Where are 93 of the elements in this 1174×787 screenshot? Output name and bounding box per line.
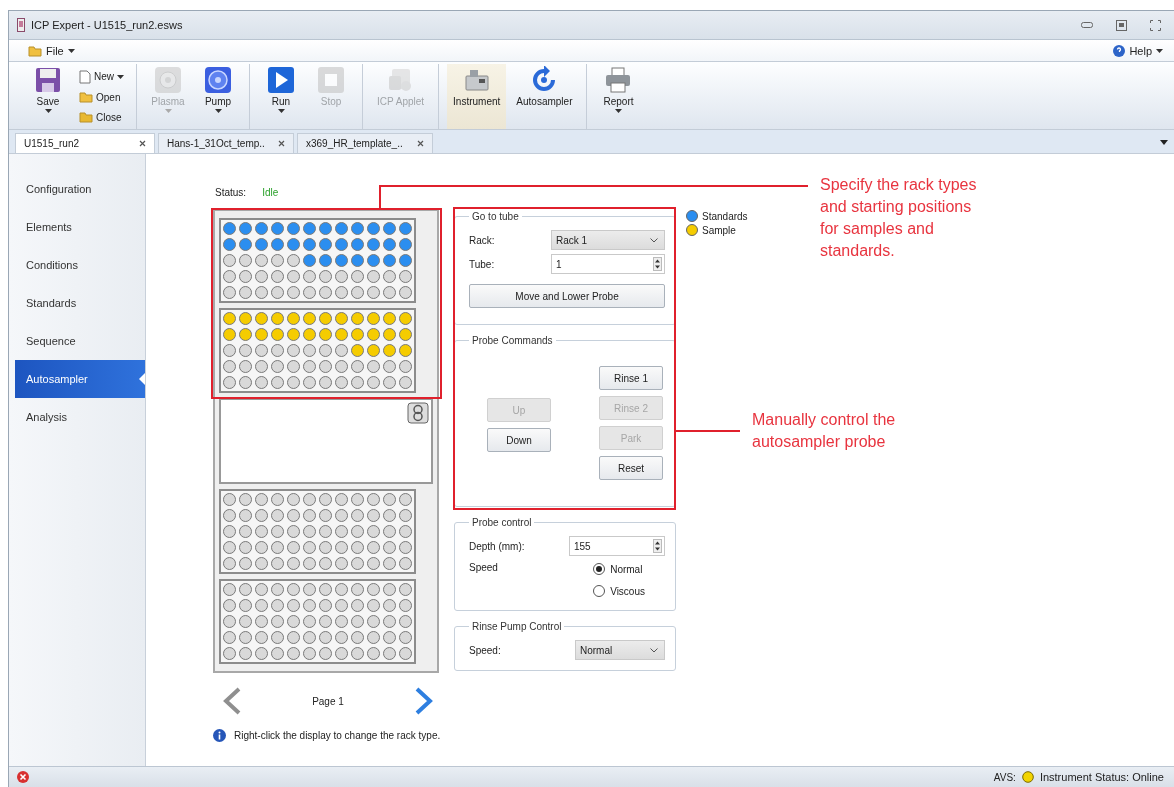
leader-line	[675, 430, 741, 432]
printer-icon	[604, 66, 633, 94]
group-title: Probe control	[471, 517, 533, 528]
instrument-status: Instrument Status: Online	[1039, 771, 1164, 783]
spinner-arrows-icon[interactable]	[653, 257, 662, 271]
spinner-arrows-icon[interactable]	[653, 539, 662, 553]
nav-item[interactable]: Configuration	[15, 170, 145, 208]
ribbon-button[interactable]: Autosampler	[510, 64, 579, 129]
avs-label: AVS:	[993, 771, 1016, 783]
ribbon-button[interactable]: Run	[258, 64, 304, 129]
document-tab[interactable]: x369_HR_template_..	[297, 133, 433, 153]
radio-icon[interactable]	[593, 585, 606, 597]
rack-label: Rack:	[469, 234, 495, 246]
tube-label: Tube:	[469, 258, 495, 270]
status-light-icon	[1021, 771, 1034, 783]
tube-spinner[interactable]: 1	[551, 254, 665, 274]
ribbon-button[interactable]: Report	[595, 64, 642, 129]
caret-icon	[117, 74, 124, 79]
document-tab[interactable]: U1515_run2	[15, 133, 155, 153]
nav-item[interactable]: Conditions	[15, 246, 145, 284]
circle-target-icon	[154, 66, 182, 94]
nav-item[interactable]: Standards	[15, 284, 145, 322]
nav-item[interactable]: Sequence	[15, 322, 145, 360]
chevron-down-icon	[650, 237, 658, 243]
radio-icon[interactable]	[593, 563, 606, 575]
maximize-icon[interactable]	[1149, 19, 1161, 31]
legend-label: Sample	[702, 224, 736, 236]
ribbon-button[interactable]: Instrument	[447, 64, 507, 129]
folder-icon	[28, 44, 42, 57]
rack-select[interactable]: Rack 1	[551, 230, 665, 250]
restore-icon[interactable]	[1115, 19, 1127, 31]
speed-label: Speed	[469, 562, 498, 575]
ribbon-button[interactable]: Close	[77, 111, 126, 124]
caret-icon	[1156, 48, 1163, 53]
callout-text: Specify the rack types and starting positions for samples and standards.	[820, 175, 978, 261]
nav-item[interactable]: Analysis	[15, 398, 145, 436]
callout-text: Manually control the autosampler probe	[752, 410, 897, 452]
tray-panel[interactable]	[213, 209, 439, 673]
caret-icon	[277, 109, 285, 113]
chevron-down-icon	[650, 647, 658, 653]
probe-command-button[interactable]: Rinse 1	[599, 366, 663, 390]
legend-label: Standards	[702, 210, 748, 222]
ribbon-button[interactable]: New	[77, 69, 126, 84]
play-icon	[267, 66, 295, 94]
sample-rack[interactable]	[219, 489, 416, 574]
close-icon[interactable]	[278, 140, 285, 147]
error-icon	[17, 771, 29, 783]
group-title: Rinse Pump Control	[471, 621, 563, 632]
stop-icon	[317, 66, 345, 94]
probe-command-button[interactable]: Down	[487, 428, 551, 452]
depth-label: Depth (mm):	[469, 540, 525, 552]
help-icon	[1113, 44, 1126, 57]
nav-item[interactable]: Elements	[15, 208, 145, 246]
caret-icon	[44, 109, 52, 113]
depth-spinner[interactable]: 155	[569, 536, 665, 556]
sample-rack[interactable]	[219, 218, 416, 303]
minimize-icon[interactable]	[1081, 22, 1093, 28]
window-title: ICP Expert - U1515_run2.esws	[31, 19, 183, 31]
close-icon[interactable]	[417, 140, 424, 147]
probe-icon	[407, 402, 429, 424]
next-page-button[interactable]	[413, 686, 435, 716]
close-icon[interactable]	[139, 140, 146, 147]
folder-icon	[79, 111, 93, 124]
app-icon	[17, 18, 25, 32]
caret-icon	[615, 109, 622, 113]
ribbon-button[interactable]: Open	[77, 91, 126, 104]
overflow-arrow-icon[interactable]	[1160, 140, 1168, 145]
document-tab[interactable]: Hans-1_31Oct_temp..	[158, 133, 294, 153]
file-menu[interactable]: File	[25, 43, 78, 58]
probe-command-button[interactable]: Reset	[599, 456, 663, 480]
document-icon	[79, 69, 91, 84]
group-title: Go to tube	[471, 211, 520, 222]
speed-select[interactable]: Normal	[575, 640, 665, 660]
caret-icon	[67, 48, 75, 53]
move-and-lower-probe-button[interactable]: Move and Lower Probe	[469, 284, 665, 308]
nav-item[interactable]: Autosampler	[15, 360, 145, 398]
sample-rack[interactable]	[219, 579, 416, 664]
help-menu[interactable]: Help	[1110, 43, 1166, 58]
status-label: Status:	[215, 186, 247, 198]
speed-radio[interactable]: Viscous	[593, 580, 645, 602]
speed-radio[interactable]: Normal	[593, 558, 645, 580]
group-title: Probe Commands	[471, 335, 554, 346]
ribbon-button[interactable]: Save	[25, 64, 71, 129]
status-value: Idle	[262, 186, 279, 198]
caret-icon	[214, 109, 222, 113]
speed-label: Speed:	[469, 644, 501, 656]
page-label: Page 1	[312, 695, 344, 707]
sample-rack[interactable]	[219, 308, 416, 393]
folder-icon	[79, 91, 93, 104]
ribbon-button[interactable]: Pump	[195, 64, 241, 129]
caret-icon	[164, 109, 172, 113]
hint-text: Right-click the display to change the rack type.	[234, 730, 441, 741]
info-icon	[213, 729, 226, 742]
